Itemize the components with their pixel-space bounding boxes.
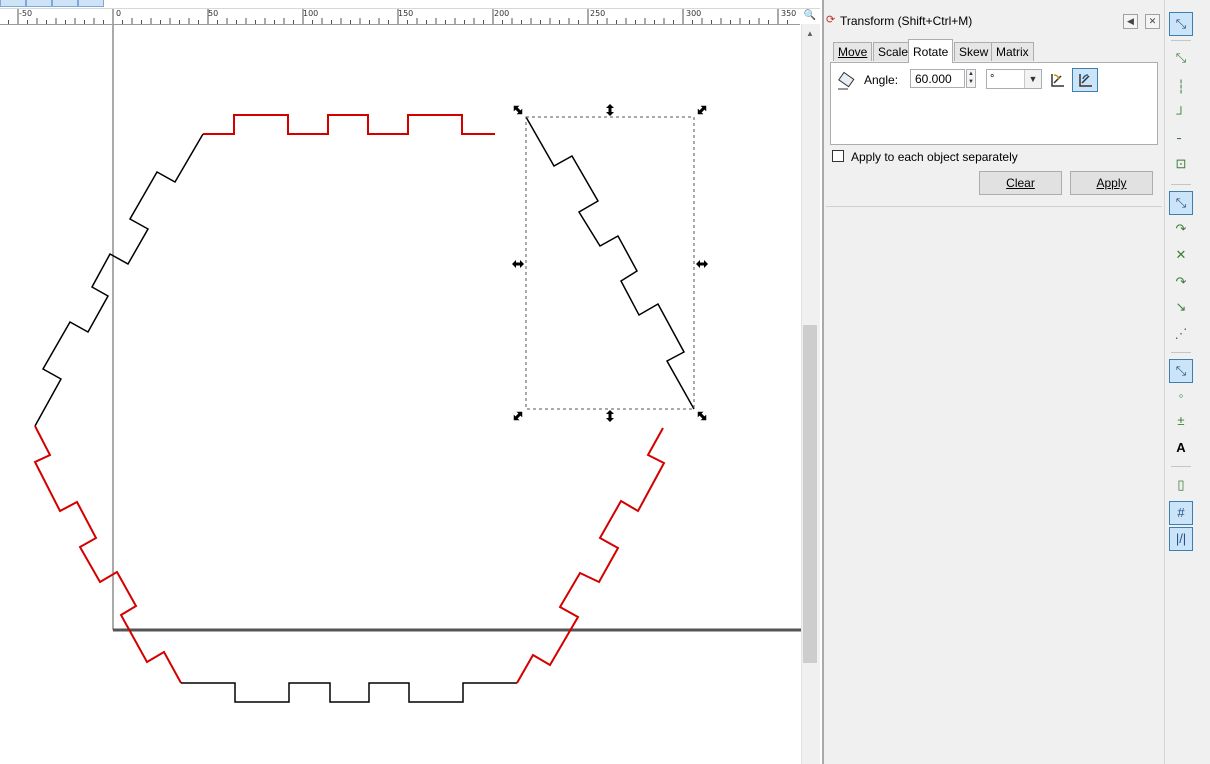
toolbar-separator: [1171, 466, 1191, 467]
scale-handle-ne[interactable]: [695, 103, 709, 117]
tab-matrix[interactable]: Matrix: [991, 42, 1034, 61]
snap-grids-icon[interactable]: #: [1169, 501, 1193, 525]
clear-button[interactable]: Clear: [979, 171, 1062, 195]
tab-scale-label: Scale: [878, 45, 909, 59]
snap-enable-icon[interactable]: ⤡: [1169, 12, 1193, 36]
angle-icon: [838, 71, 855, 90]
top-toolbar-strip: [0, 0, 820, 9]
toolbar-separator: [1171, 352, 1191, 353]
ruler-label: -50: [19, 9, 33, 18]
tab-skew[interactable]: Skew: [954, 42, 994, 61]
ruler-label: 100: [303, 9, 319, 18]
scale-handle-n[interactable]: [606, 104, 614, 116]
selected-black-path[interactable]: [525, 116, 695, 410]
snap-bounding-box-icon[interactable]: ⤡: [1169, 47, 1193, 71]
scale-handle-sw[interactable]: [511, 409, 525, 423]
toolbar-button[interactable]: [52, 0, 78, 7]
apply-button-label: Apply: [1096, 176, 1127, 190]
snap-intersections-icon[interactable]: ✕: [1169, 244, 1193, 268]
clear-button-label: Clear: [1006, 176, 1035, 190]
snap-cusp-nodes-icon[interactable]: ↷: [1169, 271, 1193, 295]
scale-handle-e[interactable]: [696, 260, 708, 268]
scroll-up-arrow-icon[interactable]: ▲: [803, 28, 817, 40]
snap-bbox-edges-icon[interactable]: ┆: [1169, 76, 1193, 100]
scale-handle-se[interactable]: [695, 409, 709, 423]
chevron-down-icon[interactable]: ▼: [1024, 70, 1041, 88]
dock-divider: [826, 206, 1162, 207]
tab-matrix-label: Matrix: [996, 45, 1029, 59]
toolbar-separator: [1171, 184, 1191, 185]
black-left-upper-path[interactable]: [34, 133, 204, 427]
tab-move-label: Move: [838, 45, 868, 59]
zoom-corner-icon[interactable]: 🔍: [803, 10, 817, 24]
ruler-label: 200: [494, 9, 510, 18]
ruler-label: 250: [590, 9, 606, 18]
dialog-close-icon[interactable]: ✕: [1145, 14, 1160, 29]
red-right-lower-path[interactable]: [516, 427, 666, 684]
snap-rotation-center-icon[interactable]: ±: [1169, 410, 1193, 434]
snap-bbox-center-icon[interactable]: ⊡: [1169, 153, 1193, 177]
scale-handle-w[interactable]: [512, 260, 524, 268]
ruler-label: 50: [208, 9, 219, 18]
angle-label: Angle:: [864, 73, 899, 87]
apply-button[interactable]: Apply: [1070, 171, 1153, 195]
toolbar-button[interactable]: [78, 0, 104, 7]
snap-nodes-icon[interactable]: ⤡: [1169, 191, 1193, 215]
tab-skew-label: Skew: [959, 45, 989, 59]
drawing-canvas[interactable]: [0, 25, 801, 764]
rotate-clockwise-button[interactable]: [1072, 68, 1098, 92]
snap-text-baseline-icon[interactable]: A: [1169, 437, 1193, 461]
rotate-clockwise-icon: [1079, 74, 1092, 87]
toolbar-button[interactable]: [26, 0, 52, 7]
red-left-lower-path[interactable]: [33, 425, 182, 684]
vertical-scrollbar-thumb[interactable]: [803, 325, 817, 663]
dialog-iconify-icon[interactable]: ◀: [1123, 14, 1138, 29]
horizontal-ruler[interactable]: -50 0 50 100 150 200 250 300 350: [0, 9, 800, 25]
ruler-label: 300: [686, 9, 702, 18]
apply-each-checkbox[interactable]: [832, 150, 844, 162]
snap-line-midpoints-icon[interactable]: ⋰: [1169, 323, 1193, 347]
snap-bbox-midpoints-icon[interactable]: ╴: [1169, 128, 1193, 152]
tab-rotate[interactable]: Rotate: [908, 39, 954, 63]
angle-spin-buttons[interactable]: ▲ ▼: [966, 69, 976, 88]
scale-handle-s[interactable]: [606, 410, 614, 422]
tab-rotate-label: Rotate: [913, 45, 949, 59]
snap-others-icon[interactable]: ⤡: [1169, 359, 1193, 383]
snap-object-centers-icon[interactable]: ◦: [1169, 385, 1193, 409]
angle-input[interactable]: 60.000: [910, 69, 965, 88]
dialog-title: Transform (Shift+Ctrl+M): [840, 14, 973, 28]
toolbar-separator: [1171, 40, 1191, 41]
ruler-label: 350: [781, 9, 797, 18]
apply-each-label: Apply to each object separately: [851, 150, 1018, 164]
toolbar-button[interactable]: [0, 0, 26, 7]
snap-page-border-icon[interactable]: ▯: [1169, 474, 1193, 498]
black-bottom-tabs-path[interactable]: [181, 682, 517, 703]
transform-dialog-icon: ⟳: [826, 14, 836, 26]
rotate-counterclockwise-icon[interactable]: [1046, 69, 1068, 91]
snap-paths-icon[interactable]: ↷: [1169, 218, 1193, 242]
red-top-tabs-path[interactable]: [203, 114, 495, 135]
snap-bbox-corners-icon[interactable]: ┘: [1169, 103, 1193, 127]
scale-handle-nw[interactable]: [511, 103, 525, 117]
selection-handles[interactable]: [511, 103, 709, 423]
snap-smooth-nodes-icon[interactable]: ↘: [1169, 296, 1193, 320]
snap-guides-icon[interactable]: |/|: [1169, 527, 1193, 551]
ruler-label: 0: [116, 9, 122, 18]
ruler-label: 150: [398, 9, 414, 18]
tab-move[interactable]: Move: [833, 42, 873, 61]
